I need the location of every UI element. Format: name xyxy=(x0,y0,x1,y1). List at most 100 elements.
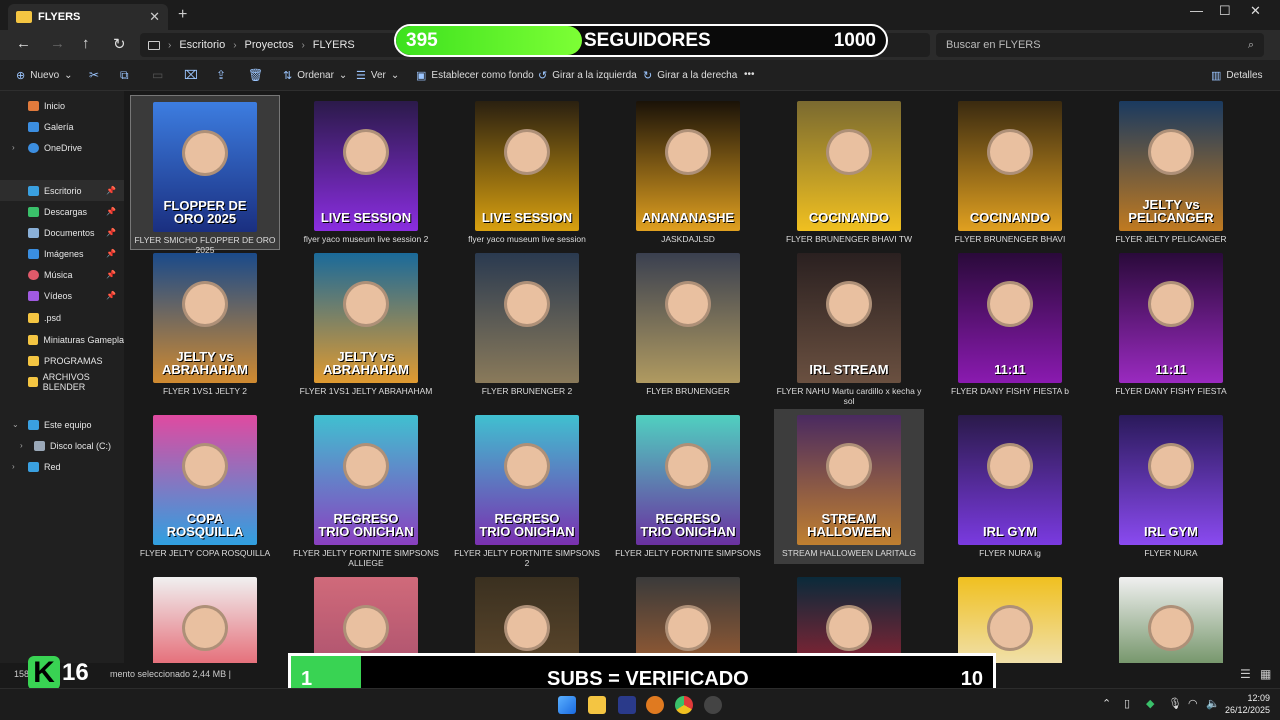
file-thumbnail: BRUNENGER xyxy=(958,577,1062,663)
sidebar-item-onedrive[interactable]: › OneDrive xyxy=(0,137,124,158)
up-icon[interactable]: ↑ xyxy=(82,35,90,52)
file-item[interactable]: FLOPPER DE ORO 2025 FLYER SMICHO FLOPPER … xyxy=(130,95,280,255)
file-item[interactable]: REGRESO TRIO ONICHAN FLYER JELTY FORTNITE… xyxy=(452,409,602,568)
thumbnail-view-icon[interactable]: ▦ xyxy=(1260,667,1271,681)
microphone-icon[interactable]: 🎙 xyxy=(1168,697,1182,710)
file-item[interactable]: FLYER BRUNENGER 2 xyxy=(452,247,602,402)
delete-icon[interactable]: 🗑 xyxy=(248,68,263,82)
maximize-button[interactable]: ☐ xyxy=(1219,3,1231,19)
cut-icon[interactable]: ✂ xyxy=(89,68,99,82)
copy-icon[interactable]: ⧉ xyxy=(120,68,129,83)
set-background-button[interactable]: ▣ Establecer como fondo xyxy=(416,69,534,82)
sidebar-item-musica[interactable]: Música 📌 xyxy=(0,264,124,285)
sidebar-item-red[interactable]: › Red xyxy=(0,456,124,477)
back-icon[interactable]: ← xyxy=(16,35,31,52)
sidebar-item-descargas[interactable]: Descargas 📌 xyxy=(0,201,124,222)
file-item[interactable]: JELTY vs ABRAHAHAM FLYER 1VS1 JELTY 2 xyxy=(130,247,280,402)
breadcrumb-item[interactable]: Proyectos xyxy=(245,39,294,51)
details-button[interactable]: ▥ Detalles xyxy=(1211,69,1263,82)
wifi-icon[interactable]: ◠ xyxy=(1188,697,1198,710)
file-item[interactable]: IRL GYM FLYER NURA ig xyxy=(935,409,1085,564)
share-icon[interactable]: ⇪ xyxy=(216,68,226,82)
file-item[interactable]: 11:11 FLYER DANY FISHY FIESTA xyxy=(1096,247,1246,402)
file-item[interactable]: REGRESO TRIO ONICHAN FLYER JELTY FORTNITE… xyxy=(291,409,441,568)
sidebar-item-miniaturas-gameplay[interactable]: Miniaturas Gameplay xyxy=(0,329,124,350)
speaker-icon[interactable]: 🔈 xyxy=(1206,697,1220,710)
file-item[interactable]: FLYER BRUNENGER xyxy=(613,247,763,402)
chevron-right-icon[interactable]: › xyxy=(12,462,15,471)
file-item[interactable]: OSCU xyxy=(1096,571,1246,663)
file-item[interactable] xyxy=(452,571,602,663)
paste-icon[interactable]: ▭ xyxy=(152,68,163,82)
file-item[interactable]: JAPON xyxy=(130,571,280,663)
file-item[interactable] xyxy=(613,571,763,663)
chevron-right-icon[interactable]: › xyxy=(20,441,23,450)
file-item[interactable]: BRUNENGER xyxy=(935,571,1085,663)
file-thumbnail: 11:11 xyxy=(958,253,1062,383)
security-icon[interactable]: ◆ xyxy=(1146,697,1154,710)
thumbnail-person-image xyxy=(343,281,389,327)
view-button[interactable]: ☰ Ver ⌄ xyxy=(356,69,399,82)
file-item[interactable]: REGRESO TRIO ONICHAN FLYER JELTY FORTNITE… xyxy=(613,409,763,564)
file-item[interactable]: STREAM HALLOWEEN STREAM HALLOWEEN LARITAL… xyxy=(774,409,924,564)
file-item[interactable]: COCINANDO FLYER BRUNENGER BHAVI TW xyxy=(774,95,924,250)
refresh-icon[interactable]: ↻ xyxy=(113,35,126,53)
close-window-button[interactable]: ✕ xyxy=(1250,3,1261,19)
usb-icon[interactable]: ▯ xyxy=(1124,697,1130,710)
new-tab-icon[interactable]: + xyxy=(178,6,187,24)
obs-icon[interactable] xyxy=(704,696,722,714)
new-button[interactable]: ⊕ Nuevo ⌄ xyxy=(16,69,73,82)
forward-icon[interactable]: → xyxy=(50,35,65,52)
sidebar-item-programas[interactable]: PROGRAMAS xyxy=(0,350,124,371)
file-item[interactable]: IRL GYM FLYER NURA xyxy=(1096,409,1246,564)
search-input[interactable]: Buscar en FLYERS ⌕ xyxy=(936,33,1264,57)
file-item[interactable]: COCINANDO FLYER BRUNENGER BHAVI xyxy=(935,95,1085,250)
rename-icon[interactable]: ⌧ xyxy=(184,68,198,82)
sidebar-item-escritorio[interactable]: Escritorio 📌 xyxy=(0,180,124,201)
start-icon[interactable] xyxy=(558,696,576,714)
tab-close-icon[interactable]: ✕ xyxy=(149,9,160,25)
breadcrumb-item[interactable]: FLYERS xyxy=(313,39,355,51)
file-explorer-icon[interactable] xyxy=(588,696,606,714)
details-view-icon[interactable]: ☰ xyxy=(1240,667,1251,681)
sidebar-item-este-equipo[interactable]: ⌄ Este equipo xyxy=(0,414,124,435)
file-thumbnail: JELTY vs PELICANGER xyxy=(1119,101,1223,231)
thumbnail-title: LIVE SESSION xyxy=(481,210,573,226)
breadcrumb-item[interactable]: Escritorio xyxy=(179,39,225,51)
sidebar-item-inicio[interactable]: Inicio xyxy=(0,95,124,116)
sidebar-item-documentos[interactable]: Documentos 📌 xyxy=(0,222,124,243)
sort-button[interactable]: ⇅ Ordenar ⌄ xyxy=(283,69,347,82)
rotate-left-button[interactable]: ↺ Girar a la izquierda xyxy=(538,69,637,82)
blender-icon[interactable] xyxy=(646,696,664,714)
file-item[interactable]: 11:11 FLYER DANY FISHY FIESTA b xyxy=(935,247,1085,402)
thumbnail-person-image xyxy=(665,129,711,175)
chrome-icon[interactable] xyxy=(675,696,693,714)
file-item[interactable]: ANANANASHE JASKDAJLSD xyxy=(613,95,763,250)
chevron-up-icon[interactable]: ⌃ xyxy=(1102,697,1111,710)
file-item[interactable]: COPA ROSQUILLA FLYER JELTY COPA ROSQUILLA xyxy=(130,409,280,564)
file-item[interactable]: IRL STREAM FLYER NAHU Martu cardillo x ke… xyxy=(774,247,924,406)
photoshop-icon[interactable] xyxy=(618,696,636,714)
tab-flyers[interactable]: FLYERS ✕ xyxy=(8,4,168,30)
file-item[interactable]: JELTY vs ABRAHAHAM FLYER 1VS1 JELTY ABRAH… xyxy=(291,247,441,402)
view-label: Ver xyxy=(370,70,386,81)
rotate-right-button[interactable]: ↻ Girar a la derecha xyxy=(643,69,737,82)
thumbnail-title: REGRESO TRIO ONICHAN xyxy=(318,510,414,540)
sidebar-item-videos[interactable]: Vídeos 📌 xyxy=(0,285,124,306)
more-options-button[interactable]: ••• xyxy=(744,69,755,80)
chevron-down-icon[interactable]: ⌄ xyxy=(12,420,19,429)
sidebar-item-imagenes[interactable]: Imágenes 📌 xyxy=(0,243,124,264)
file-item[interactable]: EXPLORACION xyxy=(774,571,924,663)
file-item[interactable]: JELTY vs PELICANGER FLYER JELTY PELICANGE… xyxy=(1096,95,1246,250)
sidebar-item-archivos-blender[interactable]: ARCHIVOS BLENDER xyxy=(0,371,124,392)
file-item[interactable]: JAPON xyxy=(291,571,441,663)
file-item[interactable]: LIVE SESSION flyer yaco museum live sessi… xyxy=(291,95,441,250)
sidebar-item-psd[interactable]: .psd xyxy=(0,307,124,328)
thumbnail-person-image xyxy=(182,443,228,489)
minimize-button[interactable]: — xyxy=(1190,3,1203,18)
sidebar-item-galeria[interactable]: Galería xyxy=(0,116,124,137)
file-item[interactable]: LIVE SESSION flyer yaco museum live sessi… xyxy=(452,95,602,250)
chevron-right-icon[interactable]: › xyxy=(12,143,15,152)
system-clock[interactable]: 12:09 26/12/2025 xyxy=(1225,693,1270,716)
sidebar-item-disco-local[interactable]: › Disco local (C:) xyxy=(0,435,124,456)
